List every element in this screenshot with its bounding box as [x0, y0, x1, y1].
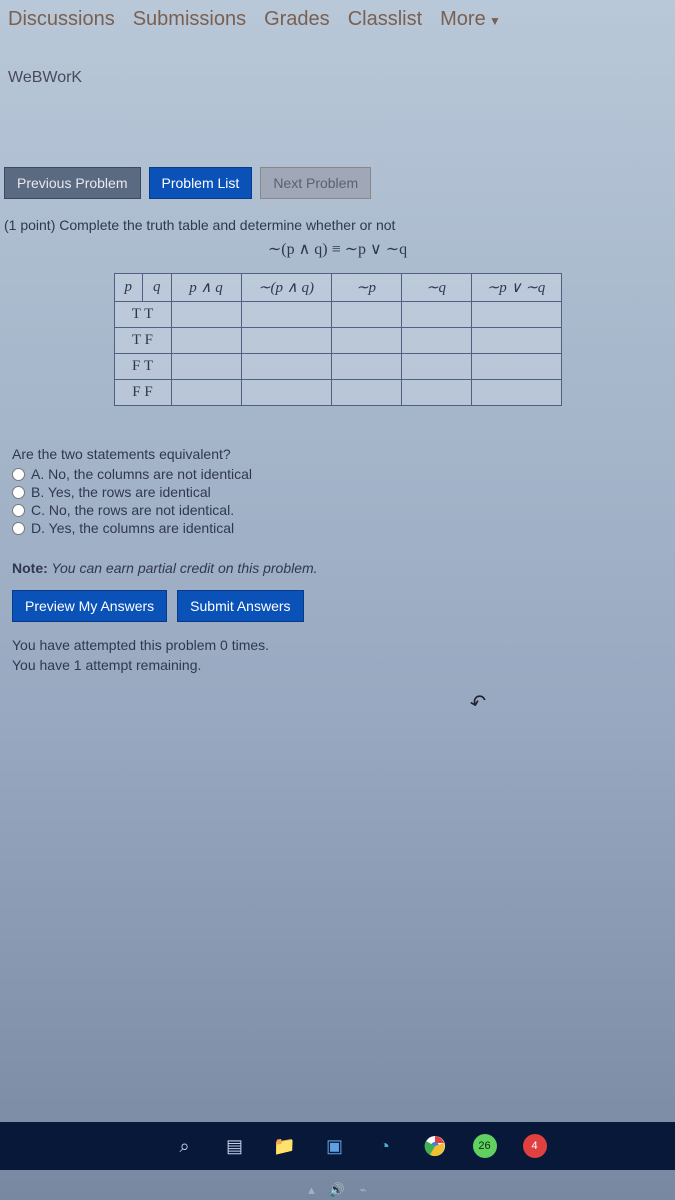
cell-input[interactable] [401, 354, 471, 380]
cell-input[interactable] [241, 302, 331, 328]
cell-input[interactable] [171, 354, 241, 380]
task-view-icon[interactable]: ▤ [221, 1132, 249, 1160]
cell-input[interactable] [471, 354, 561, 380]
table-row: F F [114, 380, 561, 406]
question-title: Are the two statements equivalent? [12, 446, 663, 462]
table-row: T F [114, 328, 561, 354]
cell-input[interactable] [401, 302, 471, 328]
breadcrumb[interactable]: WeBWorK [0, 39, 675, 97]
cell-input[interactable] [171, 302, 241, 328]
problem-list-button[interactable]: Problem List [149, 167, 253, 199]
cell-input[interactable] [241, 354, 331, 380]
col-not-pq: ∼(p ∧ q) [241, 274, 331, 302]
cell-input[interactable] [241, 328, 331, 354]
option-d[interactable]: D. Yes, the columns are identical [12, 520, 663, 536]
col-not-p: ∼p [331, 274, 401, 302]
option-b[interactable]: B. Yes, the rows are identical [12, 484, 663, 500]
truth-table: p q p ∧ q ∼(p ∧ q) ∼p ∼q ∼p ∨ ∼q T T T F [114, 273, 562, 406]
radio-b[interactable] [12, 486, 25, 499]
cell-input[interactable] [471, 328, 561, 354]
wifi-icon[interactable]: ▴ [308, 1182, 315, 1198]
edge-icon[interactable]: ◔ [371, 1132, 399, 1160]
app-icon[interactable]: 26 [471, 1132, 499, 1160]
cell-input[interactable] [401, 328, 471, 354]
attempts-info: You have attempted this problem 0 times.… [12, 636, 663, 675]
option-a[interactable]: A. No, the columns are not identical [12, 466, 663, 482]
col-pq: p ∧ q [171, 274, 241, 302]
col-or: ∼p ∨ ∼q [471, 274, 561, 302]
nav-grades[interactable]: Grades [264, 8, 330, 31]
question-block: Are the two statements equivalent? A. No… [12, 446, 663, 536]
chrome-icon[interactable] [421, 1132, 449, 1160]
problem-instruction: (1 point) Complete the truth table and d… [4, 217, 671, 233]
table-row: F T [114, 354, 561, 380]
search-icon[interactable]: ⌕ [171, 1132, 199, 1160]
explorer-icon[interactable]: 📁 [271, 1132, 299, 1160]
cell-input[interactable] [401, 380, 471, 406]
battery-icon[interactable]: ⌁ [359, 1182, 367, 1198]
table-row: T T [114, 302, 561, 328]
radio-d[interactable] [12, 522, 25, 535]
radio-a[interactable] [12, 468, 25, 481]
cell-input[interactable] [471, 302, 561, 328]
cell-input[interactable] [171, 380, 241, 406]
next-problem-button[interactable]: Next Problem [260, 167, 371, 199]
cell-input[interactable] [331, 302, 401, 328]
radio-c[interactable] [12, 504, 25, 517]
taskbar: ⌕ ▤ 📁 ▣ ◔ 26 4 [0, 1122, 675, 1170]
cell-input[interactable] [331, 328, 401, 354]
nav-classlist[interactable]: Classlist [348, 8, 422, 31]
windows-start-icon[interactable] [127, 1135, 149, 1157]
nav-more[interactable]: More [440, 8, 501, 31]
submit-answers-button[interactable]: Submit Answers [177, 590, 303, 622]
cell-input[interactable] [331, 380, 401, 406]
col-not-q: ∼q [401, 274, 471, 302]
sound-icon[interactable]: 🔊 [329, 1182, 345, 1198]
col-q: q [143, 274, 172, 302]
app2-icon[interactable]: 4 [521, 1132, 549, 1160]
option-c[interactable]: C. No, the rows are not identical. [12, 502, 663, 518]
cell-input[interactable] [331, 354, 401, 380]
system-tray[interactable]: ▴ 🔊 ⌁ [308, 1182, 367, 1198]
main-content: Previous Problem Problem List Next Probl… [0, 97, 675, 685]
previous-problem-button[interactable]: Previous Problem [4, 167, 141, 199]
problem-equation: ∼(p ∧ q) ≡ ∼p ∨ ∼q [4, 239, 671, 259]
nav-submissions[interactable]: Submissions [133, 8, 246, 31]
cursor-icon: ↶ [467, 688, 490, 716]
store-icon[interactable]: ▣ [321, 1132, 349, 1160]
cell-input[interactable] [471, 380, 561, 406]
top-nav: Discussions Submissions Grades Classlist… [0, 0, 675, 39]
note: Note: You can earn partial credit on thi… [12, 560, 663, 576]
cell-input[interactable] [241, 380, 331, 406]
preview-answers-button[interactable]: Preview My Answers [12, 590, 167, 622]
nav-discussions[interactable]: Discussions [8, 8, 115, 31]
cell-input[interactable] [171, 328, 241, 354]
col-p: p [114, 274, 143, 302]
